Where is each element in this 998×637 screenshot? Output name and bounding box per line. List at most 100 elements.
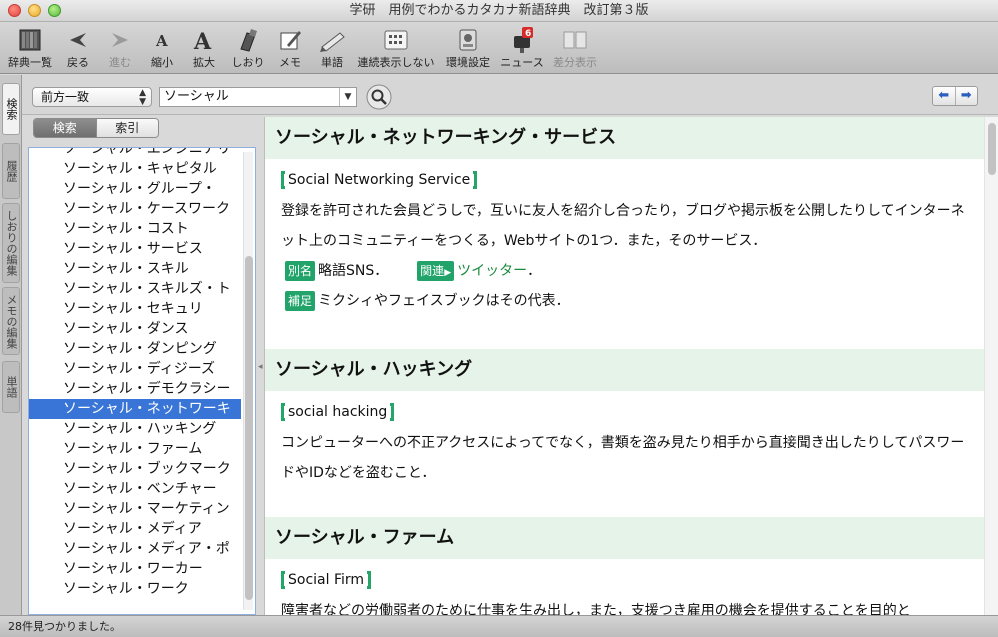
- list-item[interactable]: ソーシャル・ブックマーク: [29, 459, 241, 479]
- related-tag-label: 関連: [420, 264, 445, 278]
- result-count: 28件見つかりました。: [8, 620, 121, 633]
- status-bar: 28件見つかりました。: [0, 615, 998, 637]
- list-item[interactable]: ソーシャル・エンジニアリ: [29, 148, 241, 159]
- entry-title: ソーシャル・ネットワーキング・サービス: [265, 117, 985, 159]
- tab-label: 検索: [5, 98, 18, 120]
- tab-label: 単語: [5, 376, 18, 398]
- list-item[interactable]: ソーシャル・ディジーズ: [29, 359, 241, 379]
- list-item[interactable]: ソーシャル・グループ・: [29, 179, 241, 199]
- list-item[interactable]: ソーシャル・ネットワーキ: [29, 399, 241, 419]
- list-item[interactable]: ソーシャル・セキュリ: [29, 299, 241, 319]
- scrollbar-thumb[interactable]: [245, 256, 253, 600]
- toolbar-label: 差分表示: [553, 56, 597, 69]
- toolbar-label: 進む: [109, 56, 131, 69]
- search-input[interactable]: ソーシャル: [159, 87, 357, 107]
- tab-search-results[interactable]: 検索: [34, 119, 96, 137]
- list-item[interactable]: ソーシャル・ダンス: [29, 319, 241, 339]
- english-term: social hacking: [288, 404, 388, 420]
- forward-arrow-icon: [104, 26, 136, 54]
- list-item[interactable]: ソーシャル・スキル: [29, 259, 241, 279]
- preferences-button[interactable]: 環境設定: [442, 26, 494, 70]
- entry-sns: ソーシャル・ネットワーキング・サービス Social Networking Se…: [265, 117, 985, 316]
- toolbar-label: 拡大: [193, 56, 215, 69]
- bookmark-icon: [228, 26, 268, 54]
- list-item[interactable]: ソーシャル・ハッキング: [29, 419, 241, 439]
- list-item[interactable]: ソーシャル・コスト: [29, 219, 241, 239]
- tab-search[interactable]: 検索: [2, 83, 20, 135]
- list-item[interactable]: ソーシャル・デモクラシー: [29, 379, 241, 399]
- diff-view-button[interactable]: 差分表示: [550, 26, 600, 70]
- window-title: 学研 用例でわかるカタカナ新語辞典 改訂第３版: [349, 3, 649, 18]
- side-tab-strip: 検索 履歴 しおりの編集 メモの編集 単語: [0, 75, 22, 615]
- search-button[interactable]: [366, 84, 392, 110]
- list-item[interactable]: ソーシャル・ワーク: [29, 579, 241, 599]
- tab-history[interactable]: 履歴: [2, 143, 20, 199]
- svg-text:A: A: [155, 32, 168, 50]
- bracket-right-icon: [390, 403, 395, 421]
- list-item[interactable]: ソーシャル・ワーカー: [29, 559, 241, 579]
- minimize-window-button[interactable]: [28, 4, 41, 17]
- dictionary-list-button[interactable]: 辞典一覧: [6, 26, 54, 70]
- alias-text: 略語SNS．: [318, 263, 389, 279]
- related-suffix: ．: [527, 263, 542, 279]
- tab-bookmark-edit[interactable]: しおりの編集: [2, 203, 20, 283]
- entry-english: social hacking: [281, 402, 985, 422]
- related-link[interactable]: ツイッター: [457, 263, 527, 279]
- splitter-handle[interactable]: ◂: [258, 362, 263, 372]
- english-term: Social Networking Service: [288, 172, 471, 188]
- nav-forward-icon[interactable]: ➡: [956, 87, 978, 105]
- grid-icon: [354, 26, 438, 54]
- zoom-window-button[interactable]: [48, 4, 61, 17]
- bracket-right-icon: [473, 171, 478, 189]
- back-button[interactable]: 戻る: [62, 26, 94, 70]
- magnifier-icon: [366, 84, 392, 110]
- back-arrow-icon: [62, 26, 94, 54]
- tab-label: メモの編集: [5, 293, 18, 349]
- memo-button[interactable]: メモ: [274, 26, 306, 70]
- bookmark-button[interactable]: しおり: [228, 26, 268, 70]
- tab-label: 履歴: [5, 160, 18, 182]
- nav-back-icon[interactable]: ⬅: [933, 87, 956, 105]
- entry-definition: 障害者などの労働弱者のために仕事を生み出し，また，支援つき雇用の機会を提供するこ…: [281, 603, 911, 615]
- entry-title: ソーシャル・ファーム: [265, 517, 985, 559]
- list-item[interactable]: ソーシャル・ベンチャー: [29, 479, 241, 499]
- font-larger-icon: A: [186, 26, 222, 54]
- updown-arrows-icon: ▲ ▼: [139, 88, 146, 107]
- tab-words[interactable]: 単語: [2, 361, 20, 413]
- font-smaller-icon: A: [144, 26, 180, 54]
- list-item[interactable]: ソーシャル・メディア: [29, 519, 241, 539]
- close-window-button[interactable]: [8, 4, 21, 17]
- news-mailbox-icon: 6: [496, 26, 548, 54]
- font-smaller-button[interactable]: A 縮小: [144, 26, 180, 70]
- word-button[interactable]: 単語: [314, 26, 350, 70]
- list-item[interactable]: ソーシャル・マーケティン: [29, 499, 241, 519]
- list-item[interactable]: ソーシャル・スキルズ・ト: [29, 279, 241, 299]
- scrollbar-thumb[interactable]: [988, 123, 996, 175]
- list-item[interactable]: ソーシャル・キャピタル: [29, 159, 241, 179]
- news-button[interactable]: 6 ニュース: [496, 26, 548, 70]
- list-item[interactable]: ソーシャル・サービス: [29, 239, 241, 259]
- word-list-scrollbar[interactable]: [243, 152, 253, 610]
- toolbar-label: 環境設定: [446, 56, 490, 69]
- related-tag: 関連▶: [417, 261, 455, 281]
- list-item[interactable]: ソーシャル・ケースワーク: [29, 199, 241, 219]
- tab-index[interactable]: 索引: [95, 119, 158, 137]
- triangle-right-icon: ▶: [444, 268, 452, 278]
- font-larger-button[interactable]: A 拡大: [186, 26, 222, 70]
- search-bar: 前方一致 ▲ ▼ ソーシャル ▼ ⬅ ➡: [22, 75, 998, 115]
- toolbar-label: 単語: [321, 56, 343, 69]
- list-item[interactable]: ソーシャル・メディア・ポ: [29, 539, 241, 559]
- chevron-down-icon[interactable]: ▼: [339, 88, 356, 106]
- list-item[interactable]: ソーシャル・ダンピング: [29, 339, 241, 359]
- english-term: Social Firm: [288, 572, 365, 588]
- content-scrollbar[interactable]: [984, 117, 998, 615]
- diff-icon: [550, 26, 600, 54]
- tab-memo-edit[interactable]: メモの編集: [2, 287, 20, 355]
- entry-social-firm: ソーシャル・ファーム Social Firm 障害者などの労働弱者のために仕事を…: [265, 517, 985, 615]
- continuous-display-button[interactable]: 連続表示しない: [354, 26, 438, 70]
- bracket-right-icon: [367, 571, 372, 589]
- forward-button[interactable]: 進む: [104, 26, 136, 70]
- search-mode-select[interactable]: 前方一致 ▲ ▼: [32, 87, 152, 107]
- entry-content: ソーシャル・ネットワーキング・サービス Social Networking Se…: [264, 117, 998, 615]
- list-item[interactable]: ソーシャル・ファーム: [29, 439, 241, 459]
